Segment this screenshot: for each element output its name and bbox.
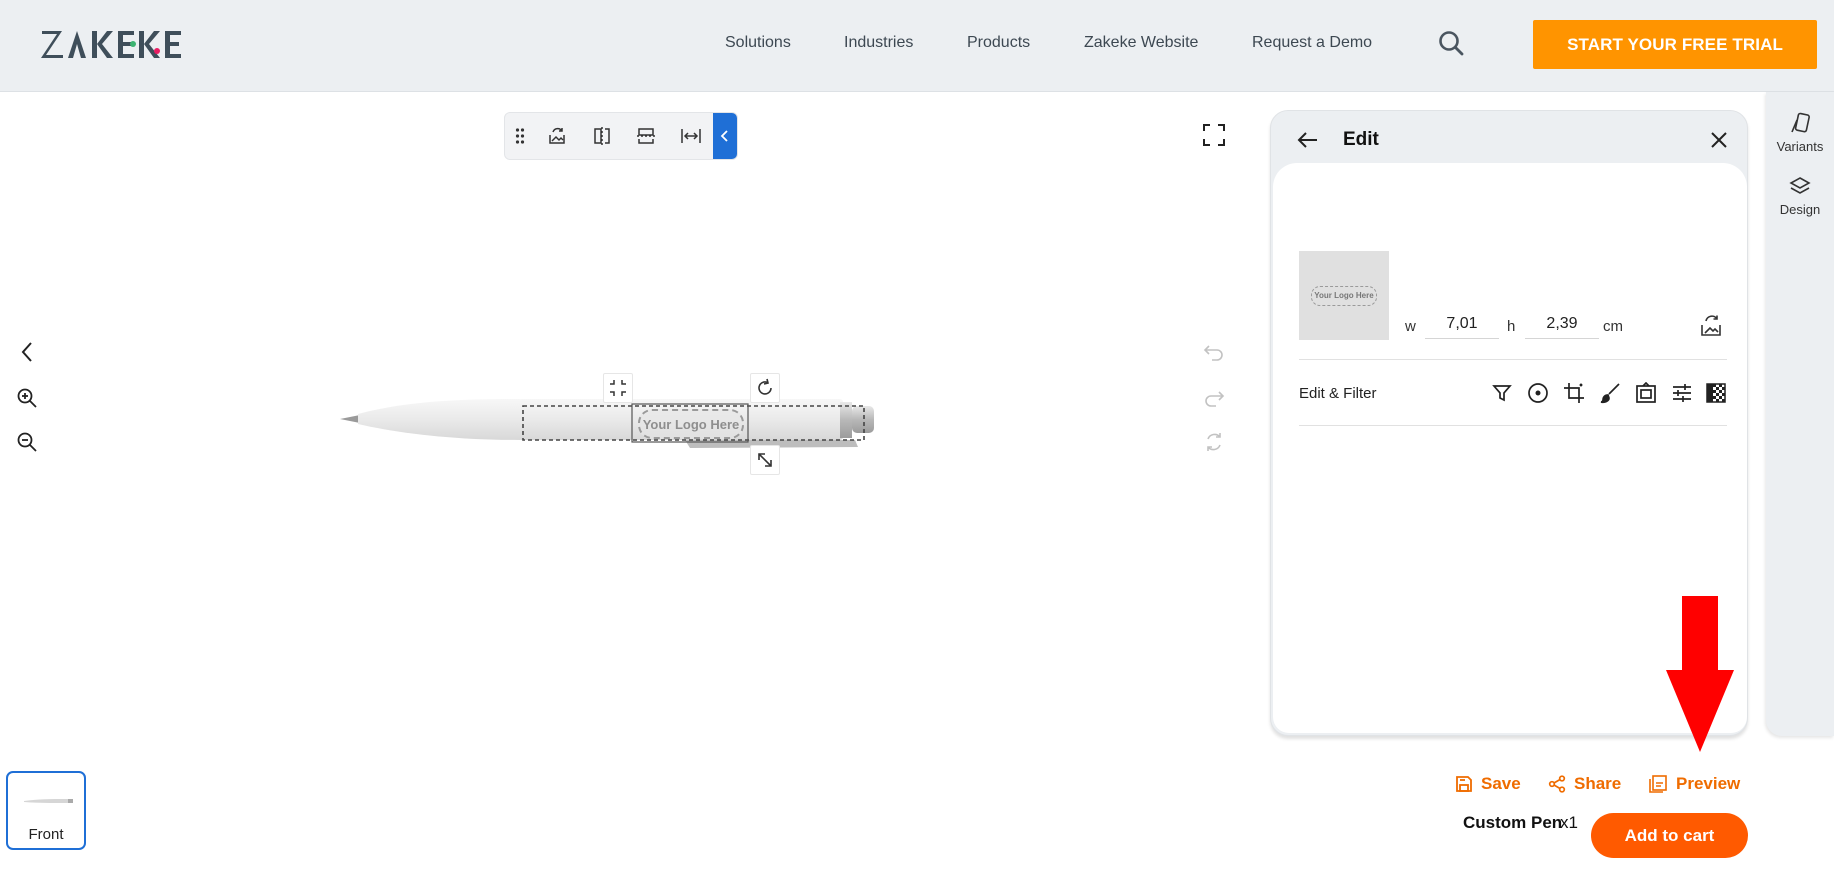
site-header: Solutions Industries Products Zakeke Web… — [0, 0, 1834, 92]
side-rail: Variants Design — [1766, 92, 1834, 736]
side-thumbnail-front[interactable]: Front — [6, 771, 86, 850]
nav-zakeke-website[interactable]: Zakeke Website — [1084, 34, 1198, 52]
add-to-cart-button[interactable]: Add to cart — [1591, 813, 1748, 858]
drag-handle-icon[interactable] — [505, 113, 535, 159]
circle-crop-icon[interactable] — [1525, 380, 1551, 406]
save-button[interactable]: Save — [1455, 772, 1521, 796]
nav-request-demo[interactable]: Request a Demo — [1252, 34, 1372, 52]
filter-icon[interactable] — [1489, 380, 1515, 406]
rotate-handle-icon[interactable] — [750, 373, 780, 403]
share-icon — [1548, 775, 1566, 793]
previous-chevron-icon[interactable] — [14, 339, 40, 365]
nav-products[interactable]: Products — [967, 34, 1030, 52]
element-toolbar — [504, 112, 738, 160]
side-label: Front — [28, 826, 64, 843]
unit-label: cm — [1603, 318, 1623, 335]
height-input[interactable] — [1525, 309, 1599, 339]
front-pen-thumbnail — [24, 799, 73, 803]
product-name: Custom Pen — [1463, 813, 1563, 832]
zoom-out-icon[interactable] — [14, 429, 40, 455]
divider — [1299, 359, 1727, 360]
close-icon[interactable] — [1707, 128, 1731, 152]
preview-pdf-icon — [1649, 775, 1667, 793]
annotation-arrow-icon — [1666, 596, 1734, 752]
image-thumbnail[interactable]: Your Logo Here — [1299, 251, 1389, 340]
variants-icon — [1791, 112, 1810, 133]
width-input[interactable] — [1425, 309, 1499, 339]
save-label: Save — [1481, 774, 1521, 793]
preview-button[interactable]: Preview — [1648, 772, 1740, 796]
rail-design[interactable]: Design — [1766, 175, 1834, 217]
fullscreen-icon[interactable] — [1201, 122, 1227, 148]
rail-variants[interactable]: Variants — [1766, 112, 1834, 154]
divider — [1299, 425, 1727, 426]
panel-title: Edit — [1343, 129, 1379, 150]
search-icon[interactable] — [1437, 29, 1465, 57]
preview-label: Preview — [1676, 774, 1741, 793]
back-arrow-icon[interactable] — [1295, 127, 1321, 153]
rail-design-label: Design — [1779, 202, 1821, 217]
resize-handle-icon[interactable] — [750, 445, 780, 475]
height-label: h — [1507, 318, 1516, 335]
logo-mark — [41, 31, 181, 58]
replace-image-icon[interactable] — [1699, 314, 1723, 338]
center-horizontal-icon[interactable] — [624, 113, 669, 159]
center-vertical-icon[interactable] — [579, 113, 624, 159]
thumbnail-logo-text: Your Logo Here — [1311, 285, 1377, 306]
frame-icon[interactable] — [1633, 380, 1659, 406]
share-button[interactable]: Share — [1548, 772, 1621, 796]
reset-icon[interactable] — [1201, 429, 1227, 455]
undo-icon[interactable] — [1201, 339, 1227, 365]
zakeke-logo[interactable] — [41, 27, 193, 61]
rail-variants-label: Variants — [1776, 139, 1824, 154]
zoom-in-icon[interactable] — [14, 385, 40, 411]
stretch-width-icon[interactable] — [669, 113, 714, 159]
nav-industries[interactable]: Industries — [844, 34, 913, 52]
redo-icon[interactable] — [1201, 385, 1227, 411]
layers-icon — [1789, 177, 1811, 194]
collapse-toolbar-chevron-icon[interactable] — [713, 113, 737, 159]
crop-icon[interactable] — [1561, 380, 1587, 406]
transparency-icon[interactable] — [1703, 380, 1729, 406]
share-label: Share — [1574, 774, 1622, 793]
nav-solutions[interactable]: Solutions — [725, 34, 791, 52]
start-free-trial-button[interactable]: START YOUR FREE TRIAL — [1533, 20, 1817, 69]
product-quantity: x1 — [1560, 813, 1578, 832]
replace-image-icon[interactable] — [535, 113, 580, 159]
brush-icon[interactable] — [1597, 380, 1623, 406]
fit-expand-icon[interactable] — [603, 373, 633, 403]
logo-placeholder[interactable]: Your Logo Here — [638, 409, 744, 439]
edit-filter-label: Edit & Filter — [1299, 385, 1377, 402]
save-icon — [1456, 776, 1472, 792]
adjust-icon[interactable] — [1669, 380, 1695, 406]
width-label: w — [1405, 318, 1416, 335]
